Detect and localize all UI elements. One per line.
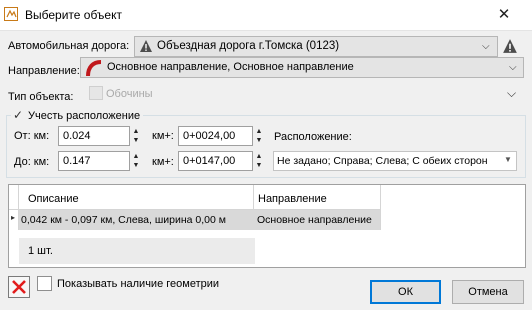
check-icon: ✓: [13, 108, 24, 122]
column-divider: [380, 185, 381, 230]
window-title: Выберите объект: [25, 8, 122, 22]
object-type-label: Тип объекта:: [8, 91, 74, 103]
object-type-dropdown[interactable]: ⌵: [507, 86, 516, 101]
table-row[interactable]: 0,042 км - 0,097 км, Слева, ширина 0,00 …: [19, 210, 380, 230]
direction-label: Направление:: [8, 65, 80, 77]
show-geometry-label: Показывать наличие геометрии: [57, 278, 220, 290]
from-kmplus-spinner[interactable]: ▲ ▼: [253, 127, 265, 145]
to-km-input[interactable]: [58, 151, 130, 171]
row-count: 1 шт.: [28, 245, 53, 257]
object-type-icon: [89, 86, 103, 100]
red-x-icon: [12, 280, 26, 294]
direction-value: Основное направление, Основное направлен…: [107, 61, 354, 73]
show-geometry-checkbox[interactable]: [37, 276, 52, 291]
chevron-down-icon: ⌵: [482, 41, 490, 52]
chevron-down-icon: ▼: [504, 155, 512, 164]
to-km-label: До: км:: [14, 156, 50, 168]
cancel-label: Отмена: [468, 286, 508, 298]
road-warning-button[interactable]: [502, 38, 518, 54]
location-checkbox-row[interactable]: ✓ Учесть расположение: [11, 108, 144, 123]
from-km-label: От: км:: [14, 130, 50, 142]
column-header-direction[interactable]: Направление: [258, 193, 327, 205]
road-label: Автомобильная дорога:: [8, 40, 130, 52]
table-footer: 1 шт.: [19, 238, 255, 264]
warning-triangle-icon: [140, 40, 152, 52]
row-indicator-column: [9, 185, 19, 230]
row-direction: Основное направление: [257, 214, 372, 226]
direction-arrow-icon: [86, 60, 102, 77]
object-type-value[interactable]: Обочины: [106, 88, 153, 100]
direction-combobox[interactable]: Основное направление, Основное направлен…: [80, 57, 524, 78]
position-select[interactable]: Не задано; Справа; Слева; С обеих сторон…: [273, 151, 517, 171]
position-label: Расположение:: [274, 131, 352, 143]
from-kmplus-label: км+:: [152, 130, 174, 142]
to-kmplus-spinner[interactable]: ▲ ▼: [253, 152, 265, 170]
chevron-down-icon: ⌵: [509, 62, 517, 73]
cancel-button[interactable]: Отмена: [452, 280, 524, 304]
close-button[interactable]: ✕: [494, 5, 514, 25]
to-km-spinner[interactable]: ▲ ▼: [130, 152, 142, 170]
ok-button[interactable]: ОК: [370, 280, 441, 304]
to-kmplus-input[interactable]: [178, 151, 253, 171]
position-value: Не задано; Справа; Слева; С обеих сторон: [277, 155, 488, 167]
road-combobox[interactable]: Объездная дорога г.Томска (0123) ⌵: [134, 36, 498, 57]
from-km-input[interactable]: [58, 126, 130, 146]
clear-button[interactable]: [8, 276, 30, 298]
from-km-spinner[interactable]: ▲ ▼: [130, 127, 142, 145]
column-header-description[interactable]: Описание: [28, 193, 79, 205]
from-kmplus-input[interactable]: [178, 126, 253, 146]
row-description: 0,042 км - 0,097 км, Слева, ширина 0,00 …: [21, 214, 226, 226]
row-pointer-icon: ▸: [11, 213, 16, 222]
ok-label: ОК: [398, 286, 413, 298]
to-kmplus-label: км+:: [152, 156, 174, 168]
location-checkbox-label: Учесть расположение: [28, 110, 141, 122]
road-value: Объездная дорога г.Томска (0123): [157, 40, 340, 52]
close-icon: ✕: [497, 6, 511, 23]
app-icon: [4, 7, 18, 21]
